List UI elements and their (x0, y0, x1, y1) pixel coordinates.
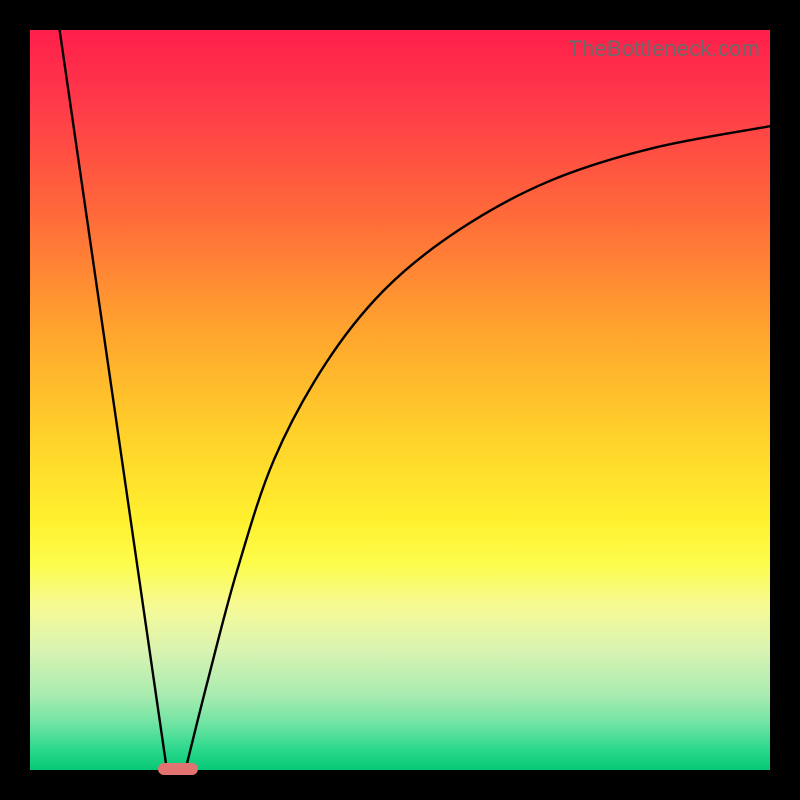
curve-left (60, 30, 167, 770)
watermark-label: TheBottleneck.com (568, 36, 760, 62)
bottleneck-marker (158, 763, 198, 775)
plot-area: TheBottleneck.com (30, 30, 770, 770)
curve-right (185, 126, 770, 770)
chart-curves (30, 30, 770, 770)
chart-frame: TheBottleneck.com (0, 0, 800, 800)
